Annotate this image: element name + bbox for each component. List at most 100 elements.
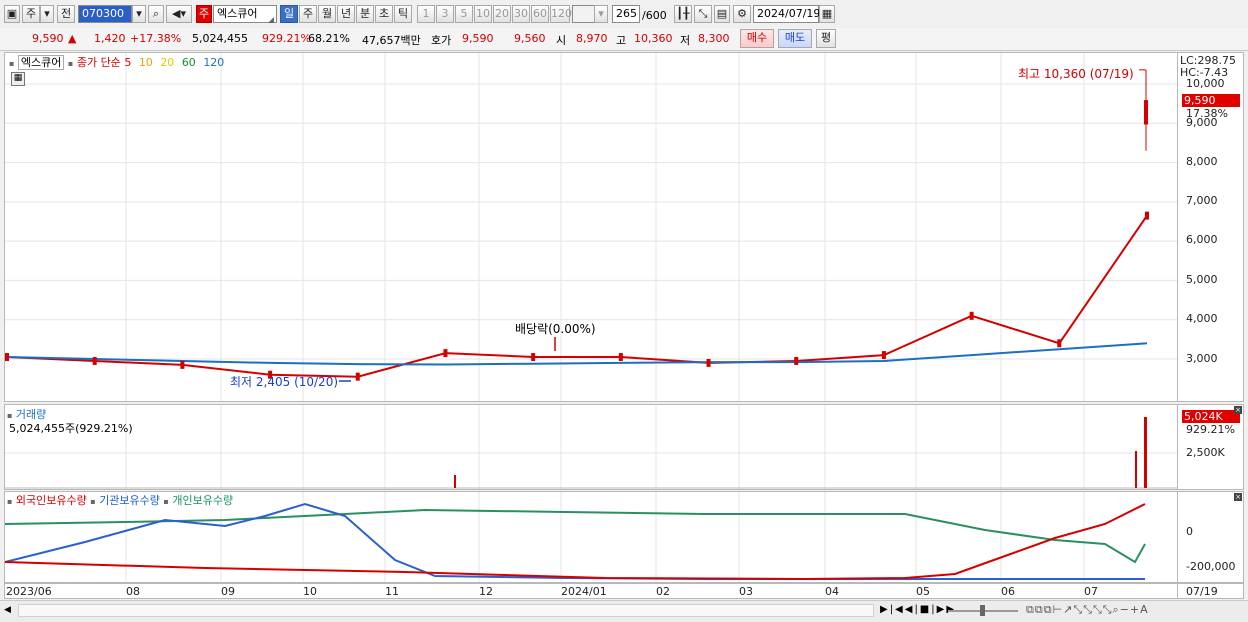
holdings-line-foreign <box>5 503 1146 581</box>
candle-8 <box>706 358 711 367</box>
high-label: 고 <box>616 34 627 47</box>
x-label-05: 05 <box>916 585 930 598</box>
interval-60[interactable]: 60 <box>531 5 549 23</box>
market-dropdown-icon[interactable]: ▾ <box>40 5 54 23</box>
volume-bar-spike1 <box>454 475 456 488</box>
gear-icon[interactable]: ⚙ <box>733 5 751 23</box>
period-tick[interactable]: 틱 <box>394 5 412 23</box>
period-day[interactable]: 일 <box>280 5 298 23</box>
toolbar: ▣ 주 ▾ 전 070300 ▾ ⌕ ◀▾ 주 엑스큐어 일 주 월 년 분 초… <box>0 0 1248 29</box>
interval-20[interactable]: 20 <box>493 5 511 23</box>
legend-ma10: 10 <box>138 56 153 69</box>
interval-120[interactable]: 120 <box>550 5 572 23</box>
x-label-02: 02 <box>656 585 670 598</box>
window-icon[interactable]: ▣ <box>4 5 20 23</box>
high-spike-body <box>1144 100 1148 125</box>
code-dropdown-icon[interactable]: ▾ <box>132 5 146 23</box>
volume-bar-spike2 <box>1135 451 1137 488</box>
zoom-slider-handle[interactable] <box>980 605 985 616</box>
up-arrow-icon: ▲ <box>68 32 77 45</box>
candle-7 <box>618 353 623 362</box>
eval-button[interactable]: 평 <box>816 29 836 48</box>
period-month[interactable]: 월 <box>318 5 336 23</box>
period-second[interactable]: 초 <box>375 5 393 23</box>
x-label-11: 11 <box>385 585 399 598</box>
legend-stock-name[interactable]: 엑스큐어 <box>17 55 65 70</box>
candle-5 <box>443 349 448 358</box>
bid-value: 9,560 <box>514 32 546 45</box>
holdings-close-icon[interactable]: × <box>1234 493 1242 501</box>
corner-icon <box>268 17 274 23</box>
y-tick-6000: 6,000 <box>1186 233 1218 246</box>
price-axis: LC:298.75 HC:-7.43 10,000 9,590 17.38% 9… <box>1178 52 1244 402</box>
legend-ma20: 20 <box>160 56 175 69</box>
sell-button[interactable]: 매도 <box>778 29 812 48</box>
interval-30[interactable]: 30 <box>512 5 530 23</box>
x-label-10: 10 <box>303 585 317 598</box>
code-input[interactable]: 070300 <box>78 5 132 23</box>
y-tick-9000: 9,000 <box>1186 116 1218 129</box>
legend-ma5: 5 <box>124 56 132 69</box>
hoga-label: 호가 <box>431 34 452 47</box>
date-input[interactable]: 2024/07/19 <box>753 5 820 23</box>
change-value: 1,420 <box>94 32 126 45</box>
drawing-tools-icons[interactable]: ⧉⧉⧉⊢↗⤡⤡⤡⤡⌕−+A <box>1026 603 1149 617</box>
holdings-y-tick-0: 0 <box>1186 525 1193 538</box>
series-line-5 <box>6 215 1148 378</box>
volume-ratio: 929.21% <box>262 32 311 45</box>
x-label-2023-06: 2023/06 <box>6 585 52 598</box>
y-tick-7000: 7,000 <box>1186 194 1218 207</box>
buy-button[interactable]: 매수 <box>740 29 774 48</box>
candle-11 <box>969 311 974 320</box>
low-label: 저 <box>680 34 691 47</box>
calendar-icon[interactable]: ▦ <box>819 5 835 23</box>
scroll-left-icon[interactable]: ◀ <box>4 604 16 617</box>
speaker-icon[interactable]: ◀▾ <box>166 5 192 23</box>
interval-dropdown-icon[interactable]: ▾ <box>594 5 608 23</box>
candle-icon[interactable]: ┃╂ <box>674 5 692 23</box>
y-tick-5000: 5,000 <box>1186 273 1218 286</box>
prev-button[interactable]: 전 <box>57 5 75 23</box>
period-minute[interactable]: 분 <box>356 5 374 23</box>
period-week[interactable]: 주 <box>299 5 317 23</box>
x-label-07: 07 <box>1084 585 1098 598</box>
volume-value: 5,024,455주(929.21%) <box>9 422 133 435</box>
x-label-2024-01: 2024/01 <box>561 585 607 598</box>
y-tick-4000: 4,000 <box>1186 312 1218 325</box>
y-tick-8000: 8,000 <box>1186 155 1218 168</box>
save-icon[interactable]: ▤ <box>714 5 730 23</box>
table-icon[interactable]: ▦ <box>11 72 25 86</box>
candle-1 <box>92 356 97 365</box>
volume-chart[interactable] <box>5 405 1177 489</box>
candle-10 <box>881 351 886 360</box>
interval-5[interactable]: 5 <box>455 5 473 23</box>
ask-value: 9,590 <box>462 32 494 45</box>
volume-axis: 5,024K 929.21% 2,500K × <box>1178 404 1244 490</box>
open-value: 8,970 <box>576 32 608 45</box>
candle-6 <box>531 353 536 362</box>
interval-10[interactable]: 10 <box>474 5 492 23</box>
market-select[interactable]: 주 <box>22 5 40 23</box>
x-label-06: 06 <box>1001 585 1015 598</box>
price-chart[interactable] <box>5 53 1177 401</box>
holdings-y-tick-neg: -200,000 <box>1186 560 1236 573</box>
interval-3[interactable]: 3 <box>436 5 454 23</box>
playback-controls[interactable]: ▶|◀◀|■|▶▶ <box>880 604 956 615</box>
count-total: /600 <box>642 9 667 22</box>
legend-foreign: 외국인보유수량 <box>15 494 87 507</box>
amount-value: 47,657백만 <box>362 34 421 47</box>
period-year[interactable]: 년 <box>337 5 355 23</box>
low-value: 8,300 <box>698 32 730 45</box>
open-label: 시 <box>556 34 567 47</box>
candle-9 <box>794 356 799 365</box>
count-input[interactable]: 265 <box>612 5 640 23</box>
volume-close-icon[interactable]: × <box>1234 406 1242 414</box>
search-icon[interactable]: ⌕ <box>148 5 164 23</box>
interval-1[interactable]: 1 <box>417 5 435 23</box>
tools-icon[interactable]: ⤡ <box>694 5 712 23</box>
volume-tag-pct: 929.21% <box>1186 423 1235 436</box>
scrollbar-track[interactable] <box>18 604 874 617</box>
dividend-annotation: 배당락(0.00%) <box>515 322 596 336</box>
x-label-08: 08 <box>126 585 140 598</box>
quote-bar: 9,590 ▲ 1,420 +17.38% 5,024,455 929.21% … <box>0 28 1248 51</box>
